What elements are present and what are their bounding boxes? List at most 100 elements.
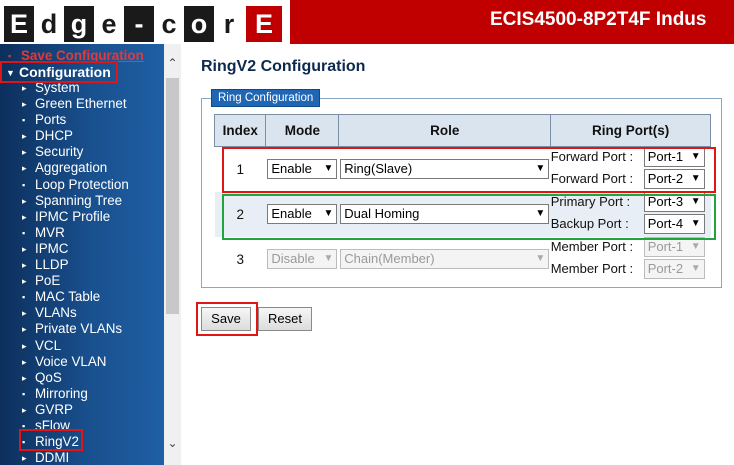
mode-cell: Disable ▼: [266, 237, 339, 282]
port-label: Primary Port :: [550, 193, 631, 209]
logo-letter: -: [124, 6, 154, 42]
sidebar-item-vcl[interactable]: ▸ VCL: [22, 338, 61, 354]
role-cell: Dual Homing ▼: [338, 191, 551, 237]
sidebar-item-ddmi[interactable]: ▸ DDMI: [22, 450, 69, 465]
reset-button[interactable]: Reset: [258, 307, 312, 331]
select-value: Dual Homing: [344, 206, 420, 221]
role-select[interactable]: Ring(Slave) ▼: [340, 159, 550, 180]
bullet-icon: ▪: [22, 115, 26, 125]
port-line: Forward Port : Port-2 ▼: [551, 169, 711, 191]
bullet-icon: ▪: [22, 421, 26, 431]
sidebar-scrollbar[interactable]: ⌃ ⌄: [164, 44, 181, 465]
sidebar-item-label: Security: [35, 144, 84, 159]
sidebar-item-green-ethernet[interactable]: ▸ Green Ethernet: [22, 96, 127, 112]
port-line: Member Port : Port-1 ▼: [551, 237, 711, 259]
select-value: Port-2: [647, 171, 684, 187]
chevron-down-icon: ▼: [535, 253, 546, 264]
sidebar-item-mirroring[interactable]: ▪ Mirroring: [22, 386, 88, 402]
sidebar-item-sflow[interactable]: ▪ sFlow: [22, 418, 70, 434]
page-title: RingV2 Configuration: [201, 58, 366, 75]
column-header-role: Role: [338, 114, 552, 147]
port-select[interactable]: Port-2 ▼: [643, 169, 705, 190]
sidebar-item-label: PoE: [35, 273, 61, 288]
sidebar-item-label: MVR: [35, 225, 65, 240]
sidebar-item-mac-table[interactable]: ▪ MAC Table: [22, 289, 100, 305]
sidebar-item-private-vlans[interactable]: ▸ Private VLANs: [22, 321, 122, 337]
collapsed-triangle-icon: ▸: [22, 212, 27, 222]
sidebar-item-poe[interactable]: ▸ PoE: [22, 273, 60, 289]
table-row: 1 Enable ▼ Ring(Slave) ▼ Forward Port : Port-1…: [215, 147, 711, 192]
role-select[interactable]: Dual Homing ▼: [340, 204, 550, 224]
column-header-mode: Mode: [265, 114, 340, 147]
sidebar-item-system[interactable]: ▸ System: [22, 80, 80, 96]
sidebar-item-configuration[interactable]: ▼ Configuration: [6, 64, 111, 81]
ring-ports-cell: Primary Port : Port-3 ▼ Backup Port : Port-4…: [550, 191, 711, 237]
sidebar-item-label: DDMI: [35, 450, 70, 465]
sidebar-item-mvr[interactable]: ▪ MVR: [22, 225, 65, 241]
logo-letter: E: [4, 6, 34, 42]
sidebar-item-label: Spanning Tree: [35, 193, 123, 208]
sidebar-item-label: Voice VLAN: [35, 354, 107, 369]
sidebar-item-gvrp[interactable]: ▸ GVRP: [22, 402, 73, 418]
sidebar-item-label: IPMC Profile: [35, 209, 111, 224]
collapsed-triangle-icon: ▸: [22, 308, 27, 318]
sidebar-item-label: sFlow: [35, 418, 70, 433]
bullet-icon: ▪: [8, 51, 12, 61]
sidebar-item-lldp[interactable]: ▸ LLDP: [22, 257, 69, 273]
sidebar-item-spanning-tree[interactable]: ▸ Spanning Tree: [22, 193, 122, 209]
sidebar-item-label: DHCP: [35, 128, 73, 143]
device-title: ECIS4500-8P2T4F Indus: [490, 9, 707, 30]
port-select[interactable]: Port-1 ▼: [643, 147, 705, 168]
collapsed-triangle-icon: ▸: [22, 357, 27, 367]
sidebar-item-aggregation[interactable]: ▸ Aggregation: [22, 160, 107, 176]
sidebar-item-qos[interactable]: ▸ QoS: [22, 370, 62, 386]
scroll-up-icon[interactable]: ⌃: [164, 56, 181, 70]
sidebar-item-ipmc-profile[interactable]: ▸ IPMC Profile: [22, 209, 110, 225]
sidebar-item-loop-protection[interactable]: ▪ Loop Protection: [22, 177, 129, 193]
sidebar-item-vlans[interactable]: ▸ VLANs: [22, 305, 77, 321]
chevron-down-icon: ▼: [690, 218, 701, 229]
sidebar-item-save-configuration[interactable]: ▪ Save Configuration: [8, 48, 144, 64]
logo-letter: d: [34, 6, 64, 42]
sidebar-item-label: Mirroring: [35, 386, 88, 401]
collapsed-triangle-icon: ▸: [22, 453, 27, 463]
port-select[interactable]: Port-4 ▼: [643, 214, 705, 234]
mode-select[interactable]: Enable ▼: [267, 159, 338, 180]
bullet-icon: ▪: [22, 292, 26, 302]
sidebar-nav: ▪ Save Configuration ▼ Configuration ▸ Syst…: [0, 44, 164, 465]
sidebar-item-label: Ports: [35, 112, 67, 127]
scrollbar-thumb[interactable]: [166, 78, 179, 314]
ring-ports-cell: Forward Port : Port-1 ▼ Forward Port : Port-…: [551, 147, 711, 192]
port-line: Primary Port : Port-3 ▼: [551, 192, 711, 214]
mode-select[interactable]: Enable ▼: [267, 204, 338, 224]
save-button[interactable]: Save: [201, 307, 251, 331]
bullet-icon: ▪: [22, 180, 26, 190]
port-select[interactable]: Port-3 ▼: [643, 192, 705, 212]
sidebar-item-security[interactable]: ▸ Security: [22, 144, 83, 160]
logo-letter: o: [184, 6, 214, 42]
sidebar-item-voice-vlan[interactable]: ▸ Voice VLAN: [22, 354, 106, 370]
chevron-down-icon: ▼: [323, 208, 334, 219]
port-label: Member Port :: [550, 238, 634, 254]
sidebar-item-ringv2[interactable]: ▪ RingV2: [22, 434, 79, 450]
ring-ports-cell: Member Port : Port-1 ▼ Member Port : Port-2 ▼: [551, 237, 711, 282]
role-cell: Chain(Member) ▼: [339, 237, 551, 282]
chevron-down-icon: ▼: [690, 263, 701, 274]
port-label: Forward Port :: [550, 170, 634, 186]
sidebar-item-label: System: [35, 80, 80, 95]
sidebar-item-dhcp[interactable]: ▸ DHCP: [22, 128, 73, 144]
index-cell: 3: [236, 251, 244, 267]
collapsed-triangle-icon: ▸: [22, 405, 27, 415]
port-line: Member Port : Port-2 ▼: [551, 259, 711, 281]
select-value: Port-1: [647, 149, 684, 165]
collapsed-triangle-icon: ▸: [22, 341, 27, 351]
logo-letter: e: [94, 6, 124, 42]
mode-cell: Enable ▼: [266, 147, 339, 192]
sidebar-item-ports[interactable]: ▪ Ports: [22, 112, 66, 128]
collapsed-triangle-icon: ▸: [22, 196, 27, 206]
sidebar-item-label: Save Configuration: [21, 48, 144, 63]
sidebar-item-ipmc[interactable]: ▸ IPMC: [22, 241, 68, 257]
index-cell: 2: [214, 191, 266, 237]
scroll-down-icon[interactable]: ⌄: [164, 436, 181, 450]
chevron-down-icon: ▼: [535, 208, 546, 219]
